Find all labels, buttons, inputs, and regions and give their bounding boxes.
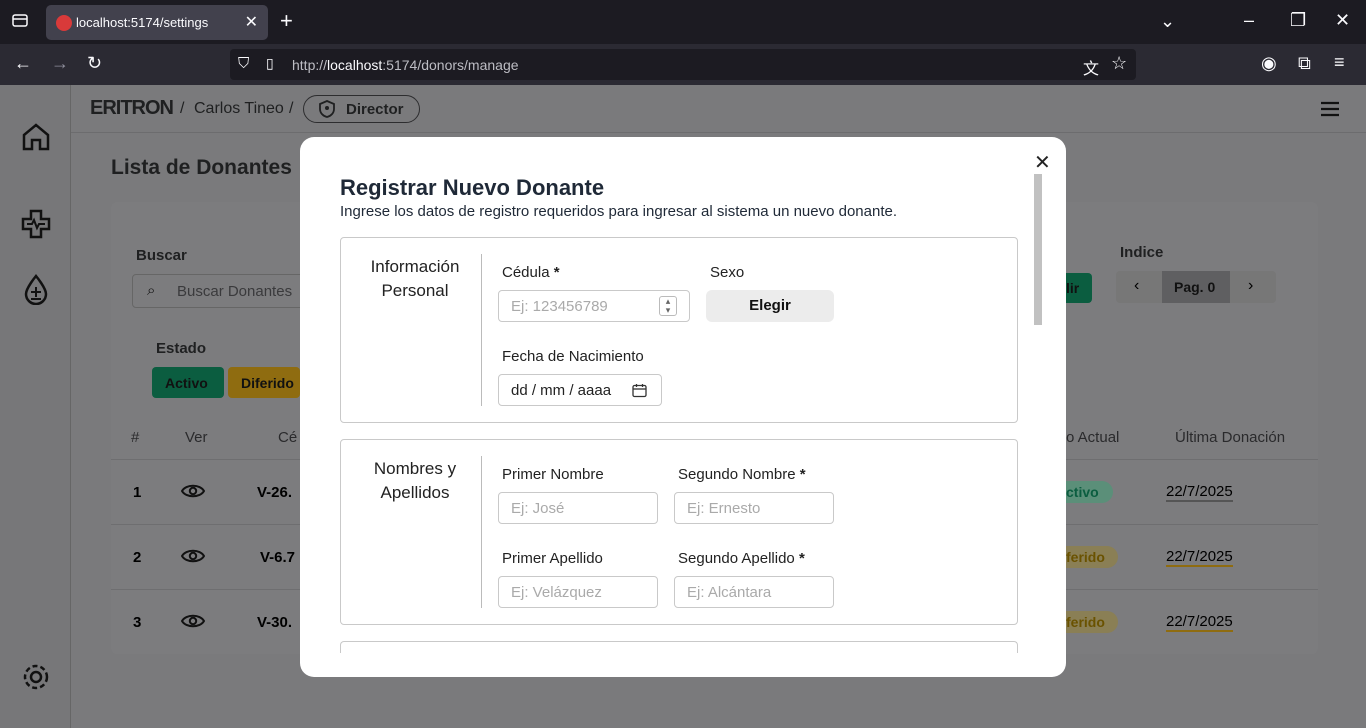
logo: ERITRON <box>90 97 174 119</box>
modal-title: Registrar Nuevo Donante <box>340 175 605 200</box>
page-info-icon[interactable]: ▯ <box>266 55 274 72</box>
cedula-label: Cédula * <box>502 264 560 281</box>
indice-label: Indice <box>1120 244 1164 261</box>
role-badge: Director <box>303 95 420 123</box>
modal-scrollbar[interactable] <box>1034 174 1042 325</box>
segundo-apellido-input[interactable]: Ej: Alcántara <box>674 576 834 608</box>
cedula-input[interactable]: Ej: 123456789 ▴ ▾ <box>498 290 690 322</box>
col-header-cedula: Cé <box>278 429 298 446</box>
role-label: Director <box>346 101 404 118</box>
bookmark-star-icon[interactable]: ☆ <box>1111 53 1127 74</box>
forward-icon[interactable]: → <box>51 53 69 74</box>
col-header-ver: Ver <box>185 429 208 446</box>
row-number: 2 <box>133 549 142 566</box>
partial-action-button[interactable]: lir <box>1066 273 1092 303</box>
url-text[interactable]: http://localhost:5174/donors/manage <box>292 57 519 73</box>
status-chip-activo[interactable]: Activo <box>152 367 224 398</box>
col-header-num: # <box>131 429 140 446</box>
close-icon[interactable]: ✕ <box>1034 150 1051 175</box>
minimize-icon[interactable]: – <box>1244 10 1254 31</box>
modal-subtitle: Ingrese los datos de registro requeridos… <box>340 203 897 220</box>
required-mark: * <box>798 550 805 567</box>
row-number: 1 <box>133 484 142 501</box>
favicon-icon <box>56 15 72 31</box>
row-number: 3 <box>133 614 142 631</box>
segundo-nombre-label: Segundo Nombre * <box>678 466 806 483</box>
url-rest: :5174/donors/manage <box>382 57 519 73</box>
page-indicator: Pag. 0 <box>1162 271 1230 303</box>
status-chip-diferido[interactable]: Diferido <box>228 367 300 398</box>
col-header-ultima-donacion: Última Donación <box>1175 429 1286 446</box>
fecha-nacimiento-label: Fecha de Nacimiento <box>502 348 644 365</box>
segundo-apellido-label: Segundo Apellido * <box>678 550 805 567</box>
browser-tab-bar: localhost:5174/settings ✕ + ⌄ – ❐ ✕ <box>0 0 1366 44</box>
row-last-donation: 22/7/2025 <box>1166 548 1233 567</box>
view-eye-icon[interactable] <box>181 483 205 499</box>
translate-icon[interactable]: 文 <box>1083 55 1099 79</box>
account-icon[interactable]: ◉ <box>1261 53 1277 74</box>
url-prefix: http:// <box>292 57 328 73</box>
fecha-nacimiento-input[interactable]: dd / mm / aaaa <box>498 374 662 406</box>
sexo-label: Sexo <box>710 264 745 281</box>
sexo-select-button[interactable]: Elegir <box>706 290 834 322</box>
primer-nombre-input[interactable]: Ej: José <box>498 492 658 524</box>
view-eye-icon[interactable] <box>181 613 205 629</box>
primer-nombre-label: Primer Nombre <box>502 466 604 483</box>
extensions-icon[interactable]: ⧉ <box>1298 53 1311 74</box>
section-label-personal: Información Personal <box>370 257 460 300</box>
row-cedula: V-30. <box>257 614 293 631</box>
shield-user-icon <box>319 100 335 118</box>
home-icon[interactable] <box>20 121 52 153</box>
estado-label: Estado <box>156 340 207 357</box>
required-mark: * <box>799 466 806 483</box>
row-last-donation: 22/7/2025 <box>1166 483 1233 502</box>
page-title: Lista de Donantes <box>111 156 292 179</box>
section-divider <box>481 254 482 406</box>
breadcrumb-separator-2: / <box>289 100 294 117</box>
breadcrumb-user[interactable]: Carlos Tineo <box>194 100 284 118</box>
section-label-names: Nombres y Apellidos <box>373 459 457 502</box>
search-icon: ⌕ <box>147 282 156 299</box>
reload-icon[interactable]: ↻ <box>87 53 102 74</box>
shield-icon[interactable]: ⛉ <box>238 55 249 72</box>
menu-icon[interactable]: ≡ <box>1334 52 1345 73</box>
section-next-partial <box>340 641 1018 653</box>
required-mark: * <box>553 264 560 281</box>
blood-drop-icon[interactable] <box>20 273 52 305</box>
search-label: Buscar <box>136 247 187 264</box>
primer-apellido-label: Primer Apellido <box>502 550 603 567</box>
view-eye-icon[interactable] <box>181 548 205 564</box>
pagination: ‹ Pag. 0 › <box>1116 271 1276 303</box>
row-last-donation: 22/7/2025 <box>1166 613 1233 632</box>
sidebar <box>0 85 71 728</box>
number-stepper-icon[interactable]: ▴ ▾ <box>659 296 677 316</box>
url-host: localhost <box>327 57 383 73</box>
col-header-estado: o Actual <box>1066 429 1120 446</box>
restore-icon[interactable]: ❐ <box>1290 10 1306 31</box>
hamburger-menu-icon[interactable] <box>1320 101 1340 117</box>
browser-tab[interactable]: localhost:5174/settings ✕ <box>46 5 268 40</box>
close-window-icon[interactable]: ✕ <box>1335 10 1350 31</box>
search-placeholder: Buscar Donantes <box>177 283 293 300</box>
section-divider <box>481 456 482 608</box>
tab-title: localhost:5174/settings <box>76 15 209 30</box>
calendar-icon[interactable] <box>632 383 647 398</box>
close-tab-icon[interactable]: ✕ <box>245 12 258 32</box>
tab-overflow-chevron-icon[interactable]: ⌄ <box>1160 11 1175 32</box>
medical-cross-icon[interactable] <box>20 208 52 240</box>
row-cedula: V-6.7 <box>260 549 296 566</box>
search-input[interactable]: ⌕ Buscar Donantes <box>132 274 312 308</box>
segundo-nombre-input[interactable]: Ej: Ernesto <box>674 492 834 524</box>
back-icon[interactable]: ← <box>14 53 32 74</box>
row-cedula: V-26. <box>257 484 293 501</box>
breadcrumb-separator: / <box>180 100 185 117</box>
primer-apellido-input[interactable]: Ej: Velázquez <box>498 576 658 608</box>
prev-page-icon[interactable]: ‹ <box>1134 277 1139 295</box>
new-tab-icon[interactable]: + <box>280 8 293 34</box>
settings-gear-icon[interactable] <box>20 661 52 693</box>
next-page-icon[interactable]: › <box>1248 277 1253 295</box>
tab-list-icon[interactable] <box>11 11 29 34</box>
